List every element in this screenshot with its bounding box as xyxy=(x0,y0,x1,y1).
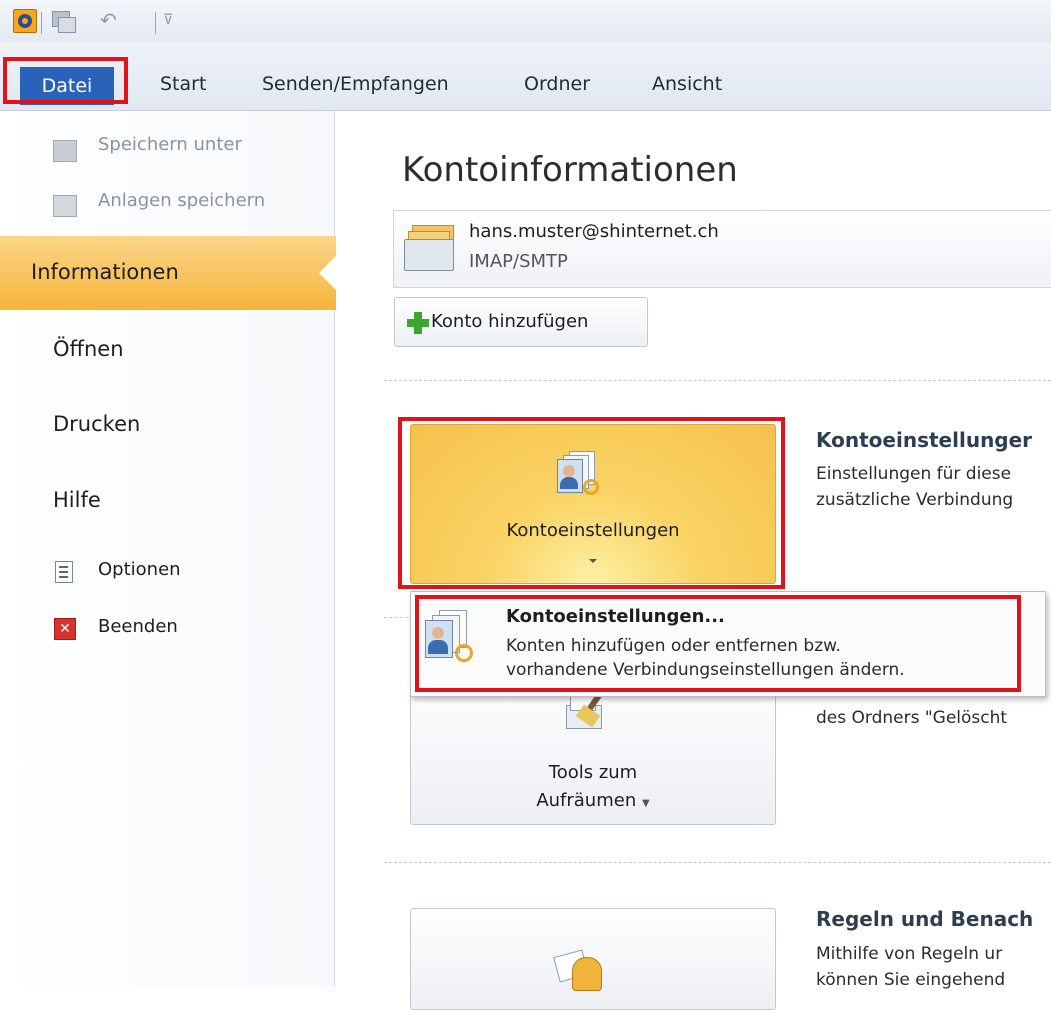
cleanup-tools-label-2: Aufräumen xyxy=(536,790,637,811)
account-folder-icon xyxy=(404,225,456,273)
nav-item-informationen-label: Informationen xyxy=(31,260,179,284)
tab-start[interactable]: Start xyxy=(160,73,206,95)
account-settings-highlight-box xyxy=(398,417,785,589)
section-divider xyxy=(384,862,1051,863)
account-settings-desc-1: Einstellungen für diese xyxy=(816,464,1012,484)
tab-senden-empfangen[interactable]: Senden/Empfangen xyxy=(262,73,449,95)
nav-item-hilfe[interactable]: Hilfe xyxy=(53,488,101,512)
nav-item-drucken[interactable]: Drucken xyxy=(53,412,140,436)
nav-exit[interactable]: Beenden xyxy=(98,616,178,637)
rules-desc-2: können Sie eingehend xyxy=(816,970,1006,990)
qat-separator xyxy=(155,12,156,34)
cleanup-desc-2: des Ordners "Gelöscht xyxy=(816,708,1008,728)
rules-title: Regeln und Benach xyxy=(816,907,1034,931)
nav-save-attachments[interactable]: Anlagen speichern xyxy=(98,190,265,211)
undo-icon[interactable]: ↶ xyxy=(100,8,117,32)
account-selector[interactable]: hans.muster@shinternet.ch IMAP/SMTP xyxy=(393,210,1051,288)
selected-pointer xyxy=(319,256,336,290)
dropdown-highlight-box xyxy=(415,595,1021,692)
rules-desc-1: Mithilfe von Regeln ur xyxy=(816,944,1003,964)
section-divider xyxy=(384,380,1051,381)
tab-ordner[interactable]: Ordner xyxy=(524,73,590,95)
save-as-icon xyxy=(53,140,77,162)
options-icon xyxy=(55,561,73,583)
send-receive-icon[interactable] xyxy=(52,11,76,33)
quick-access-toolbar: ↶ ⊽ xyxy=(0,0,1051,42)
rules-bell-icon xyxy=(553,943,606,991)
add-account-button[interactable]: Konto hinzufügen xyxy=(394,297,648,347)
page-title: Kontoinformationen xyxy=(402,150,738,190)
account-settings-title: Kontoeinstellunger xyxy=(816,428,1033,452)
add-account-label: Konto hinzufügen xyxy=(431,311,589,332)
cleanup-tools-label-1: Tools zum xyxy=(548,762,638,783)
customize-qat-icon[interactable]: ⊽ xyxy=(163,12,173,28)
qat-separator xyxy=(41,12,42,34)
account-email: hans.muster@shinternet.ch xyxy=(469,221,719,242)
nav-save-as[interactable]: Speichern unter xyxy=(98,134,242,155)
account-settings-desc-2: zusätzliche Verbindung xyxy=(816,490,1014,510)
nav-options[interactable]: Optionen xyxy=(98,559,181,580)
outlook-logo-icon[interactable] xyxy=(13,9,37,33)
tab-ansicht[interactable]: Ansicht xyxy=(652,73,722,95)
exit-icon: ✕ xyxy=(54,618,76,640)
datei-highlight-box xyxy=(3,57,128,104)
nav-item-oeffnen[interactable]: Öffnen xyxy=(53,337,124,361)
account-type: IMAP/SMTP xyxy=(469,251,568,272)
rules-alerts-button[interactable] xyxy=(410,908,776,1010)
nav-item-informationen[interactable]: Informationen xyxy=(0,236,336,310)
plus-icon xyxy=(407,312,429,334)
save-attachments-icon xyxy=(53,195,77,217)
chevron-down-icon: ▼ xyxy=(641,798,650,809)
